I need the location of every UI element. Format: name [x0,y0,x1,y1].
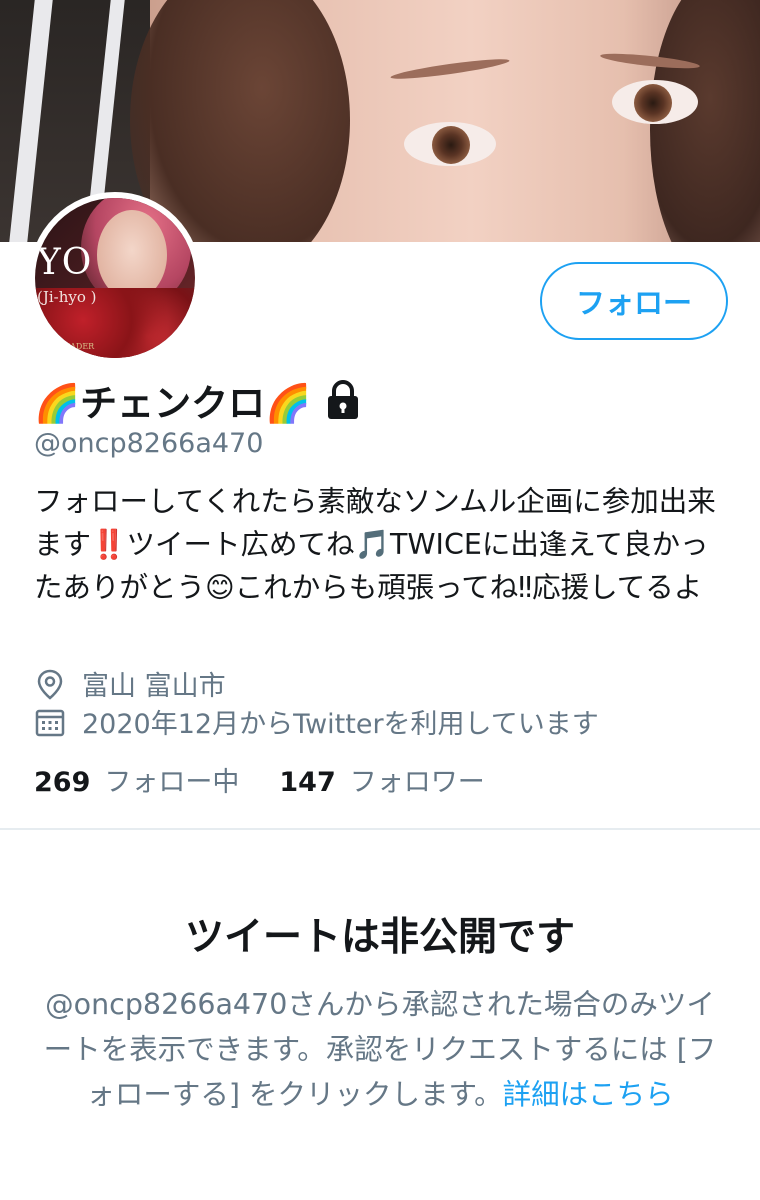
user-handle: @oncp8266a470 [34,428,264,459]
avatar-text-yo: YO [37,242,93,283]
avatar-image: YO (Ji-hyo ) LEADER [35,198,195,358]
follow-stats: 269 フォロー中 147 フォロワー [34,760,485,799]
banner-eye [612,80,698,124]
followers-link[interactable]: 147 フォロワー [279,760,484,799]
banner-eye [404,122,496,166]
avatar-text-jihyo: (Ji-hyo ) [37,288,97,306]
private-tweets-description: @oncp8266a470さんから承認された場合のみツイートを表示できます。承認… [36,982,724,1117]
following-link[interactable]: 269 フォロー中 [34,760,239,799]
section-divider [0,828,760,830]
display-name-row: 🌈チェンクロ🌈 [34,372,363,428]
location-text: 富山 富山市 [82,671,226,702]
followers-count: 147 [279,767,336,798]
lock-icon [323,379,363,421]
avatar-text-leader: LEADER [59,342,95,351]
joined-text: 2020年12月からTwitterを利用しています [82,709,599,740]
profile-avatar[interactable]: YO (Ji-hyo ) LEADER [29,192,201,364]
location-row: 富山 富山市 [34,664,226,703]
calendar-icon [34,706,66,738]
banner-eyebrow [389,55,511,83]
profile-page: YO (Ji-hyo ) LEADER フォロー 🌈チェンクロ🌈 @oncp82… [0,0,760,1200]
learn-more-link[interactable]: 詳細はこちら [503,1078,674,1111]
followers-label: フォロワー [349,767,485,798]
location-pin-icon [34,668,66,700]
joined-row: 2020年12月からTwitterを利用しています [34,702,599,741]
following-label: フォロー中 [104,767,240,798]
display-name: 🌈チェンクロ🌈 [34,382,312,425]
private-tweets-title: ツイートは非公開です [184,915,575,960]
follow-button[interactable]: フォロー [540,262,728,340]
following-count: 269 [34,767,91,798]
profile-bio: フォローしてくれたら素敵なソンムル企画に参加出来ます‼️ツイート広めてね🎵TWI… [34,485,716,604]
